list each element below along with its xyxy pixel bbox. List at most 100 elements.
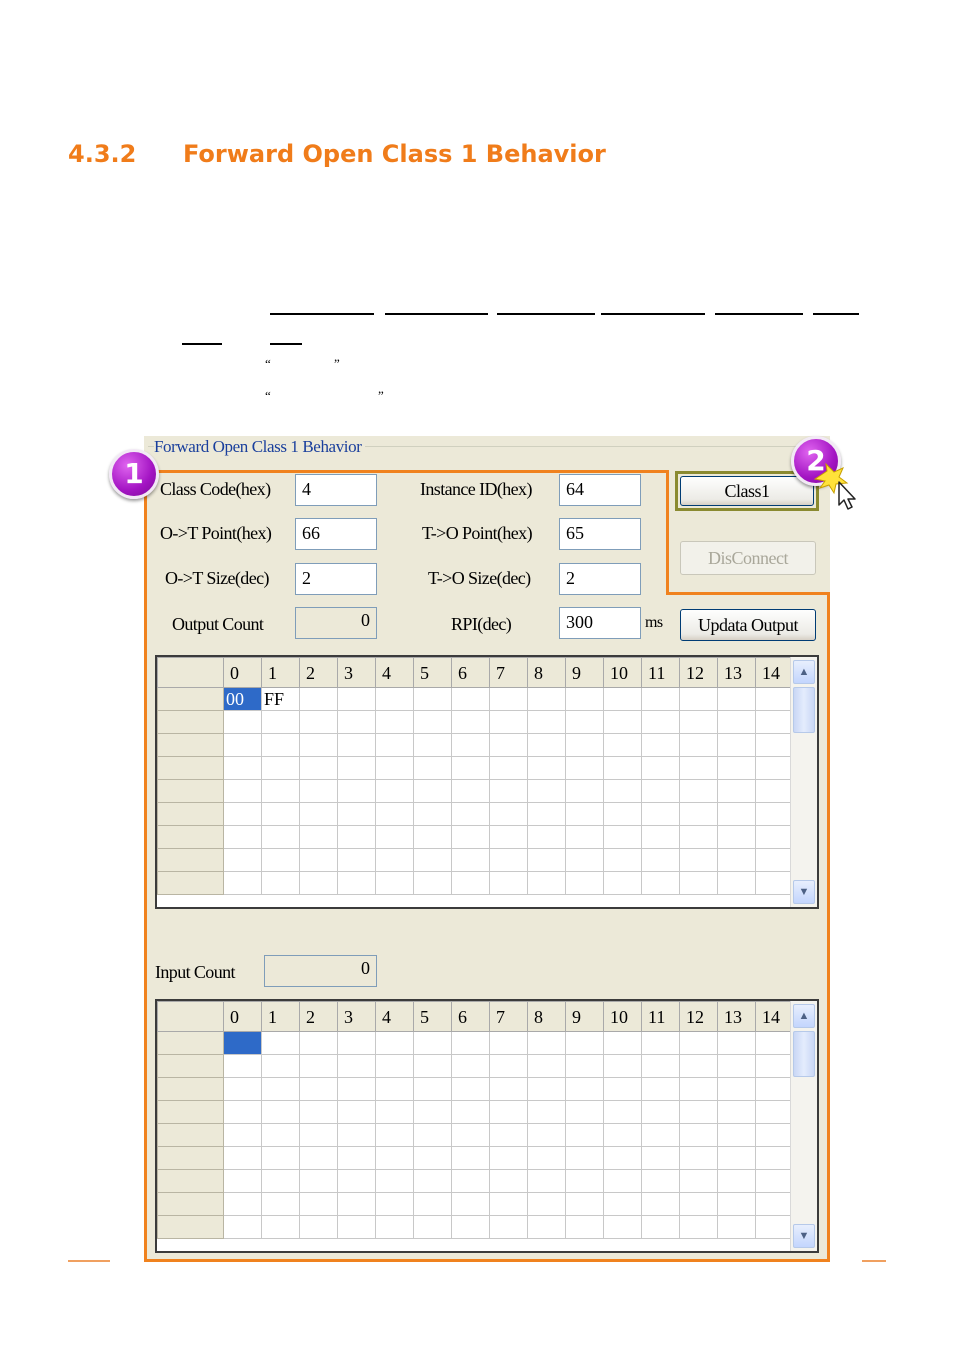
grid-cell[interactable] xyxy=(413,1215,452,1239)
grid-cell[interactable] xyxy=(565,756,604,780)
grid-cell[interactable] xyxy=(755,779,794,803)
grid-cell[interactable] xyxy=(679,1123,718,1147)
grid-cell[interactable] xyxy=(413,687,452,711)
grid-cell[interactable] xyxy=(451,825,490,849)
grid-cell[interactable] xyxy=(299,779,338,803)
grid-cell[interactable] xyxy=(261,1146,300,1170)
grid-cell[interactable] xyxy=(641,802,680,826)
grid-cell[interactable] xyxy=(565,1146,604,1170)
grid-cell[interactable] xyxy=(717,687,756,711)
grid-cell[interactable] xyxy=(717,802,756,826)
grid-cell[interactable] xyxy=(261,1215,300,1239)
grid-cell[interactable] xyxy=(489,779,528,803)
grid-cell[interactable] xyxy=(451,687,490,711)
grid-cell[interactable] xyxy=(299,733,338,757)
grid-cell[interactable] xyxy=(679,1146,718,1170)
grid-cell[interactable] xyxy=(603,871,642,895)
input-data-grid[interactable]: 0 1 2 3 4 5 6 7 8 9 10 11 12 13 14 ▲ ▼ xyxy=(155,999,819,1253)
grid-cell[interactable] xyxy=(299,1146,338,1170)
grid-cell[interactable] xyxy=(299,871,338,895)
grid-cell[interactable] xyxy=(603,1077,642,1101)
grid-cell[interactable] xyxy=(489,802,528,826)
grid-cell[interactable] xyxy=(527,779,566,803)
grid-cell[interactable] xyxy=(375,848,414,872)
grid-cell[interactable] xyxy=(413,1077,452,1101)
grid-cell[interactable] xyxy=(413,1100,452,1124)
grid-cell[interactable] xyxy=(375,1123,414,1147)
class1-button[interactable]: Class1 xyxy=(680,476,814,506)
grid-cell[interactable] xyxy=(527,825,566,849)
grid-cell[interactable] xyxy=(641,1215,680,1239)
grid-cell[interactable] xyxy=(717,1192,756,1216)
grid-cell[interactable] xyxy=(565,779,604,803)
grid-cell[interactable] xyxy=(223,1192,262,1216)
grid-cell[interactable] xyxy=(755,825,794,849)
grid-cell[interactable] xyxy=(489,1215,528,1239)
grid-cell[interactable] xyxy=(679,1100,718,1124)
grid-cell[interactable] xyxy=(641,871,680,895)
grid-cell[interactable] xyxy=(679,779,718,803)
grid-cell[interactable] xyxy=(299,687,338,711)
grid-cell[interactable] xyxy=(261,825,300,849)
disconnect-button[interactable]: DisConnect xyxy=(680,541,816,575)
grid-cell[interactable] xyxy=(717,710,756,734)
grid-cell[interactable] xyxy=(755,848,794,872)
grid-cell[interactable] xyxy=(755,1169,794,1193)
grid-cell[interactable] xyxy=(413,1031,452,1055)
grid-cell[interactable] xyxy=(261,733,300,757)
grid-cell[interactable] xyxy=(337,802,376,826)
grid-cell[interactable] xyxy=(489,733,528,757)
scroll-up-icon[interactable]: ▲ xyxy=(793,660,815,684)
grid-cell[interactable] xyxy=(489,848,528,872)
grid-cell[interactable] xyxy=(413,1123,452,1147)
grid-cell[interactable] xyxy=(223,825,262,849)
grid-cell[interactable] xyxy=(451,733,490,757)
grid-cell[interactable] xyxy=(299,1192,338,1216)
scroll-up-icon[interactable]: ▲ xyxy=(793,1004,815,1028)
grid-cell[interactable] xyxy=(261,1077,300,1101)
grid-cell[interactable] xyxy=(375,1100,414,1124)
grid-cell[interactable] xyxy=(413,1054,452,1078)
grid-cell[interactable] xyxy=(603,1123,642,1147)
grid-cell[interactable] xyxy=(337,756,376,780)
grid-cell[interactable] xyxy=(679,1169,718,1193)
grid-cell[interactable] xyxy=(223,1146,262,1170)
grid-cell[interactable] xyxy=(565,1215,604,1239)
grid-cell[interactable] xyxy=(299,1169,338,1193)
grid-cell[interactable] xyxy=(223,779,262,803)
grid-cell[interactable] xyxy=(337,687,376,711)
grid-cell[interactable] xyxy=(565,1077,604,1101)
grid-cell[interactable] xyxy=(451,1054,490,1078)
grid-cell[interactable] xyxy=(527,1192,566,1216)
grid-cell[interactable] xyxy=(755,733,794,757)
grid-cell[interactable] xyxy=(451,1100,490,1124)
grid-cell[interactable] xyxy=(755,1123,794,1147)
grid-cell[interactable] xyxy=(755,756,794,780)
grid-cell[interactable] xyxy=(679,871,718,895)
grid-cell[interactable] xyxy=(261,1100,300,1124)
grid-cell[interactable] xyxy=(413,802,452,826)
grid-cell[interactable] xyxy=(641,1077,680,1101)
grid-cell[interactable] xyxy=(603,1192,642,1216)
grid-cell[interactable] xyxy=(679,756,718,780)
grid-cell[interactable] xyxy=(679,733,718,757)
grid-cell[interactable] xyxy=(565,825,604,849)
scroll-down-icon[interactable]: ▼ xyxy=(793,880,815,904)
grid-cell[interactable] xyxy=(223,1123,262,1147)
grid-cell[interactable] xyxy=(337,871,376,895)
input-grid-scrollbar[interactable]: ▲ ▼ xyxy=(790,1001,817,1251)
grid-cell[interactable] xyxy=(337,1192,376,1216)
grid-cell[interactable] xyxy=(375,687,414,711)
ot-size-input[interactable]: 2 xyxy=(295,563,377,595)
ot-point-input[interactable]: 66 xyxy=(295,518,377,550)
grid-cell[interactable] xyxy=(755,802,794,826)
grid-cell[interactable] xyxy=(641,733,680,757)
grid-cell[interactable] xyxy=(451,802,490,826)
grid-cell[interactable] xyxy=(375,733,414,757)
grid-cell[interactable] xyxy=(717,779,756,803)
grid-cell[interactable] xyxy=(717,1169,756,1193)
grid-cell[interactable] xyxy=(603,1169,642,1193)
instance-id-input[interactable]: 64 xyxy=(559,474,641,506)
grid-cell[interactable] xyxy=(755,1031,794,1055)
to-point-input[interactable]: 65 xyxy=(559,518,641,550)
